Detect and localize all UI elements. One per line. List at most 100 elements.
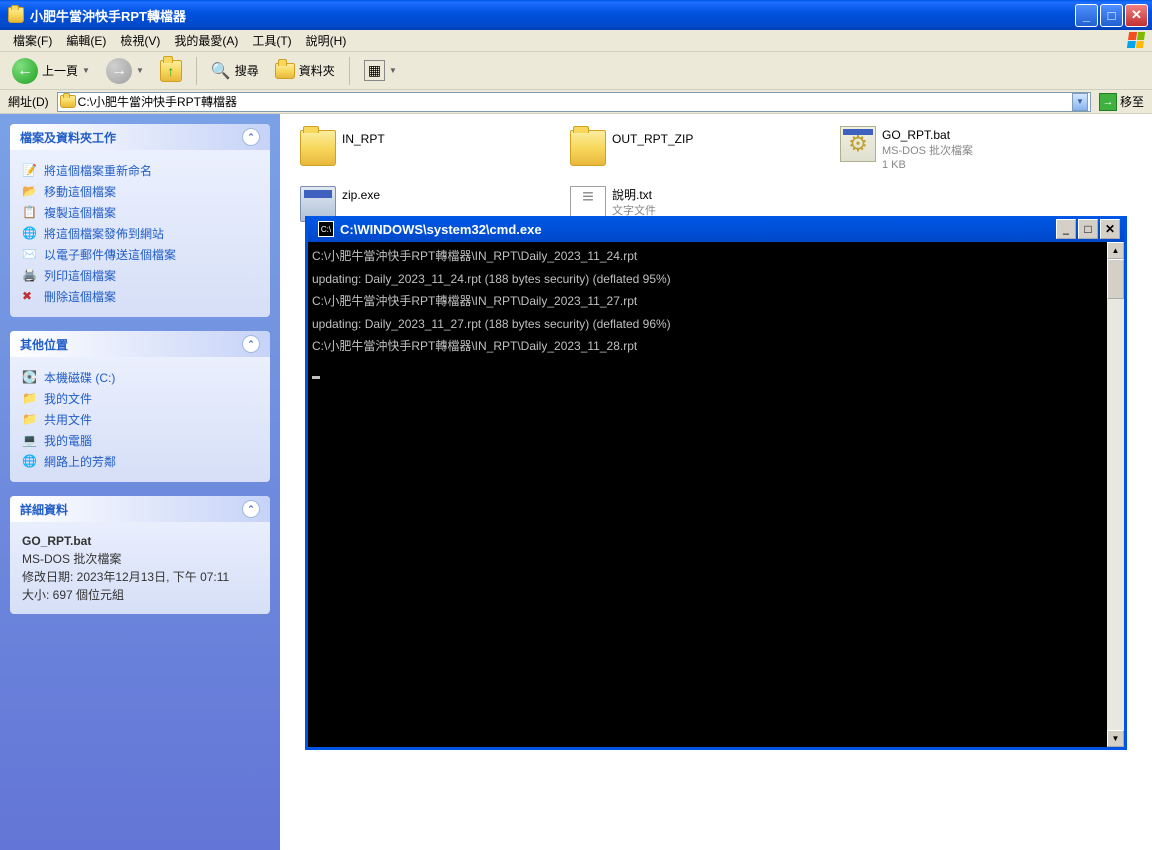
- search-button[interactable]: 🔍 搜尋: [205, 57, 265, 85]
- print-icon: 🖨️: [22, 268, 38, 284]
- menu-favorites[interactable]: 我的最愛(A): [167, 30, 245, 51]
- sidebar: 檔案及資料夾工作 ⌃ 📝將這個檔案重新命名 📂移動這個檔案 📋複製這個檔案 🌐將…: [0, 114, 280, 850]
- menu-view[interactable]: 檢視(V): [113, 30, 167, 51]
- cmd-minimize-button[interactable]: _: [1056, 219, 1076, 239]
- chevron-up-icon[interactable]: ⌃: [242, 128, 260, 146]
- place-mycomputer[interactable]: 💻我的電腦: [22, 430, 258, 451]
- search-icon: 🔍: [211, 61, 231, 81]
- delete-icon: ✖: [22, 289, 38, 305]
- details-header-label: 詳細資料: [20, 501, 68, 518]
- cmd-scrollbar[interactable]: ▲ ▼: [1107, 242, 1124, 747]
- back-dropdown-icon[interactable]: ▼: [82, 66, 90, 75]
- up-folder-button[interactable]: ↑: [154, 56, 188, 86]
- view-mode-button[interactable]: ▦ ▼: [358, 56, 403, 85]
- network-icon: 🌐: [22, 454, 38, 470]
- batch-file-icon: [840, 126, 876, 162]
- tasks-panel: 檔案及資料夾工作 ⌃ 📝將這個檔案重新命名 📂移動這個檔案 📋複製這個檔案 🌐將…: [10, 124, 270, 317]
- view-dropdown-icon[interactable]: ▼: [389, 66, 397, 75]
- task-rename[interactable]: 📝將這個檔案重新命名: [22, 160, 258, 181]
- place-network[interactable]: 🌐網路上的芳鄰: [22, 451, 258, 472]
- task-email[interactable]: ✉️以電子郵件傳送這個檔案: [22, 244, 258, 265]
- file-name: OUT_RPT_ZIP: [612, 132, 693, 148]
- cmd-window[interactable]: C:\ C:\WINDOWS\system32\cmd.exe _ □ ✕ C:…: [305, 216, 1127, 750]
- scroll-down-button[interactable]: ▼: [1107, 730, 1124, 747]
- chevron-up-icon[interactable]: ⌃: [242, 500, 260, 518]
- details-size: 大小: 697 個位元組: [22, 586, 258, 604]
- close-button[interactable]: ✕: [1125, 4, 1148, 27]
- window-title: 小肥牛當沖快手RPT轉檔器: [30, 6, 1073, 25]
- place-shared[interactable]: 📁共用文件: [22, 409, 258, 430]
- cmd-titlebar[interactable]: C:\ C:\WINDOWS\system32\cmd.exe _ □ ✕: [308, 216, 1124, 242]
- folder-icon: [570, 130, 606, 166]
- folder-icon: 📁: [22, 412, 38, 428]
- drive-icon: 💽: [22, 370, 38, 386]
- folders-label: 資料夾: [299, 62, 335, 79]
- tasks-header-label: 檔案及資料夾工作: [20, 129, 116, 146]
- cmd-line: C:\小肥牛當沖快手RPT轉檔器\IN_RPT\Daily_2023_11_28…: [312, 339, 637, 353]
- file-name: IN_RPT: [342, 132, 385, 148]
- task-copy[interactable]: 📋複製這個檔案: [22, 202, 258, 223]
- details-panel-header[interactable]: 詳細資料 ⌃: [10, 496, 270, 522]
- folders-icon: [275, 63, 295, 79]
- cmd-close-button[interactable]: ✕: [1100, 219, 1120, 239]
- places-panel: 其他位置 ⌃ 💽本機磁碟 (C:) 📁我的文件 📁共用文件 💻我的電腦 🌐網路上…: [10, 331, 270, 482]
- address-bar: 網址(D) C:\小肥牛當沖快手RPT轉檔器 ▼ → 移至: [0, 90, 1152, 114]
- file-item-folder[interactable]: IN_RPT: [300, 130, 540, 166]
- places-header-label: 其他位置: [20, 336, 68, 353]
- toolbar-separator-2: [349, 57, 350, 85]
- menu-tools[interactable]: 工具(T): [245, 30, 298, 51]
- place-mydocs[interactable]: 📁我的文件: [22, 388, 258, 409]
- cmd-maximize-button[interactable]: □: [1078, 219, 1098, 239]
- file-item-bat[interactable]: GO_RPT.bat MS-DOS 批次檔案 1 KB: [840, 126, 1080, 172]
- menu-edit[interactable]: 編輯(E): [59, 30, 113, 51]
- forward-button[interactable]: → ▼: [100, 54, 150, 88]
- address-dropdown-button[interactable]: ▼: [1072, 93, 1088, 111]
- rename-icon: 📝: [22, 163, 38, 179]
- task-delete[interactable]: ✖刪除這個檔案: [22, 286, 258, 307]
- file-size: 1 KB: [882, 158, 973, 172]
- cmd-line: C:\小肥牛當沖快手RPT轉檔器\IN_RPT\Daily_2023_11_24…: [312, 249, 637, 263]
- view-icon: ▦: [364, 60, 385, 81]
- details-filetype: MS-DOS 批次檔案: [22, 550, 258, 568]
- place-drive[interactable]: 💽本機磁碟 (C:): [22, 367, 258, 388]
- go-label: 移至: [1120, 93, 1144, 110]
- details-filename: GO_RPT.bat: [22, 532, 258, 550]
- cmd-line: updating: Daily_2023_11_24.rpt (188 byte…: [312, 272, 671, 286]
- menu-help[interactable]: 說明(H): [299, 30, 354, 51]
- up-folder-icon: ↑: [160, 60, 182, 82]
- window-titlebar: 小肥牛當沖快手RPT轉檔器 _ □ ✕: [0, 0, 1152, 30]
- address-folder-icon: [60, 95, 76, 108]
- scroll-up-button[interactable]: ▲: [1107, 242, 1124, 259]
- forward-dropdown-icon[interactable]: ▼: [136, 66, 144, 75]
- file-type: MS-DOS 批次檔案: [882, 144, 973, 158]
- file-item-folder[interactable]: OUT_RPT_ZIP: [570, 130, 810, 166]
- cmd-title: C:\WINDOWS\system32\cmd.exe: [340, 222, 1054, 237]
- file-name: zip.exe: [342, 188, 380, 204]
- scroll-thumb[interactable]: [1107, 259, 1124, 299]
- task-print[interactable]: 🖨️列印這個檔案: [22, 265, 258, 286]
- file-name: 說明.txt: [612, 188, 656, 204]
- toolbar-separator: [196, 57, 197, 85]
- menu-file[interactable]: 檔案(F): [6, 30, 59, 51]
- address-label: 網址(D): [4, 93, 53, 110]
- globe-icon: 🌐: [22, 226, 38, 242]
- chevron-up-icon[interactable]: ⌃: [242, 335, 260, 353]
- search-label: 搜尋: [235, 62, 259, 79]
- address-input[interactable]: C:\小肥牛當沖快手RPT轉檔器 ▼: [57, 92, 1091, 112]
- minimize-button[interactable]: _: [1075, 4, 1098, 27]
- go-button[interactable]: → 移至: [1095, 93, 1148, 111]
- titlebar-folder-icon: [8, 7, 24, 23]
- maximize-button[interactable]: □: [1100, 4, 1123, 27]
- places-panel-header[interactable]: 其他位置 ⌃: [10, 331, 270, 357]
- task-move[interactable]: 📂移動這個檔案: [22, 181, 258, 202]
- cmd-output[interactable]: C:\小肥牛當沖快手RPT轉檔器\IN_RPT\Daily_2023_11_24…: [308, 242, 1107, 747]
- back-button[interactable]: ← 上一頁 ▼: [6, 54, 96, 88]
- scroll-track[interactable]: [1107, 259, 1124, 730]
- tasks-panel-header[interactable]: 檔案及資料夾工作 ⌃: [10, 124, 270, 150]
- cmd-body: C:\小肥牛當沖快手RPT轉檔器\IN_RPT\Daily_2023_11_24…: [308, 242, 1124, 747]
- cmd-line: updating: Daily_2023_11_27.rpt (188 byte…: [312, 317, 671, 331]
- menubar: 檔案(F) 編輯(E) 檢視(V) 我的最愛(A) 工具(T) 說明(H): [0, 30, 1152, 52]
- task-publish[interactable]: 🌐將這個檔案發佈到網站: [22, 223, 258, 244]
- folders-button[interactable]: 資料夾: [269, 58, 341, 83]
- folder-icon: 📁: [22, 391, 38, 407]
